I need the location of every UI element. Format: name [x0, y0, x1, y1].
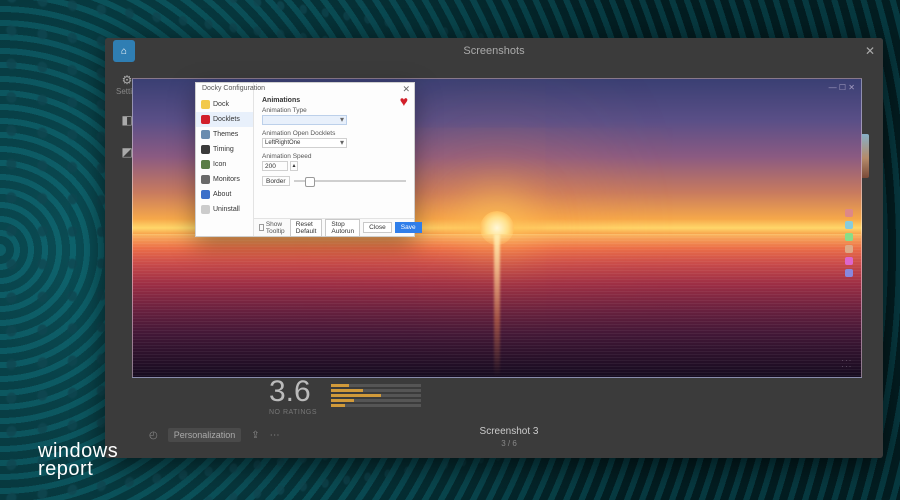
slider-label: Border [262, 176, 290, 186]
dialog-footer: Show Tooltip Reset Default Stop Autorun … [254, 218, 414, 236]
animation-speed-input[interactable]: 200 [262, 161, 288, 171]
cat-icon [201, 160, 210, 169]
animation-open-select[interactable]: LeftRightOne [262, 138, 347, 148]
rating-bars [331, 384, 421, 407]
field-label: Animation Speed [262, 153, 406, 160]
home-button[interactable]: ⌂ [113, 40, 135, 62]
site-watermark: windowsreport [38, 442, 118, 478]
tray-icon[interactable] [845, 257, 853, 265]
dialog-side-item[interactable]: Themes [196, 127, 253, 142]
spin-up-icon[interactable]: ▴ [290, 161, 298, 171]
rating-value: 3.6 [269, 375, 317, 409]
share-icon[interactable]: ⇪ [251, 430, 259, 441]
save-button[interactable]: Save [395, 222, 422, 233]
desktop-clock: · · ·· · · [842, 358, 851, 371]
show-tooltip-checkbox[interactable]: Show Tooltip [259, 221, 287, 235]
tray-icon[interactable] [845, 233, 853, 241]
dialog-side-item[interactable]: Monitors [196, 172, 253, 187]
window-title: Screenshots [463, 45, 524, 57]
cat-icon [201, 115, 210, 124]
heart-icon: ♥ [400, 93, 408, 109]
cat-icon [201, 145, 210, 154]
field-label: Animation Open Docklets [262, 130, 406, 137]
titlebar: ⌂ Screenshots ✕ [105, 38, 883, 64]
reset-button[interactable]: Reset Default [290, 219, 323, 237]
dialog-side-item[interactable]: Dock [196, 97, 253, 112]
window-controls[interactable]: — ☐ ✕ [829, 83, 855, 92]
rating-sub: NO RATINGS [269, 409, 317, 416]
cat-icon [201, 175, 210, 184]
field-label: Animation Type [262, 107, 406, 114]
border-slider[interactable] [294, 180, 406, 182]
dialog-side-item[interactable]: About [196, 187, 253, 202]
close-icon[interactable]: ✕ [865, 44, 875, 58]
cat-icon [201, 190, 210, 199]
section-heading: Animations [262, 97, 406, 104]
category-chip[interactable]: Personalization [168, 428, 242, 442]
animation-type-select[interactable] [262, 115, 347, 125]
dialog-body: ♥ Animations Animation Type Animation Op… [254, 83, 414, 236]
tray-icon[interactable] [845, 245, 853, 253]
dialog-sidebar: DockDockletsThemesTimingIconMonitorsAbou… [196, 83, 254, 236]
sun-reflection [494, 234, 500, 377]
checkbox-icon [259, 224, 264, 231]
tray-icon[interactable] [845, 209, 853, 217]
tray-icon[interactable] [845, 269, 853, 277]
category-row: ◴ Personalization ⇪ ⋯ [149, 428, 280, 442]
dialog-side-item[interactable]: Timing [196, 142, 253, 157]
dialog-side-item[interactable]: Uninstall [196, 202, 253, 217]
dialog-side-item[interactable]: Docklets [196, 112, 253, 127]
home-icon: ⌂ [121, 46, 127, 57]
clock-icon: ◴ [149, 430, 158, 441]
tray-icon[interactable] [845, 221, 853, 229]
desktop-tray [845, 209, 853, 277]
dialog-side-item[interactable]: Icon [196, 157, 253, 172]
cat-icon [201, 130, 210, 139]
config-dialog: Docky Configuration ✕ DockDockletsThemes… [195, 82, 415, 237]
close-button[interactable]: Close [363, 222, 392, 233]
stop-autorun-button[interactable]: Stop Autorun [325, 219, 360, 237]
cat-icon [201, 100, 210, 109]
cat-icon [201, 205, 210, 214]
more-icon[interactable]: ⋯ [270, 430, 280, 441]
